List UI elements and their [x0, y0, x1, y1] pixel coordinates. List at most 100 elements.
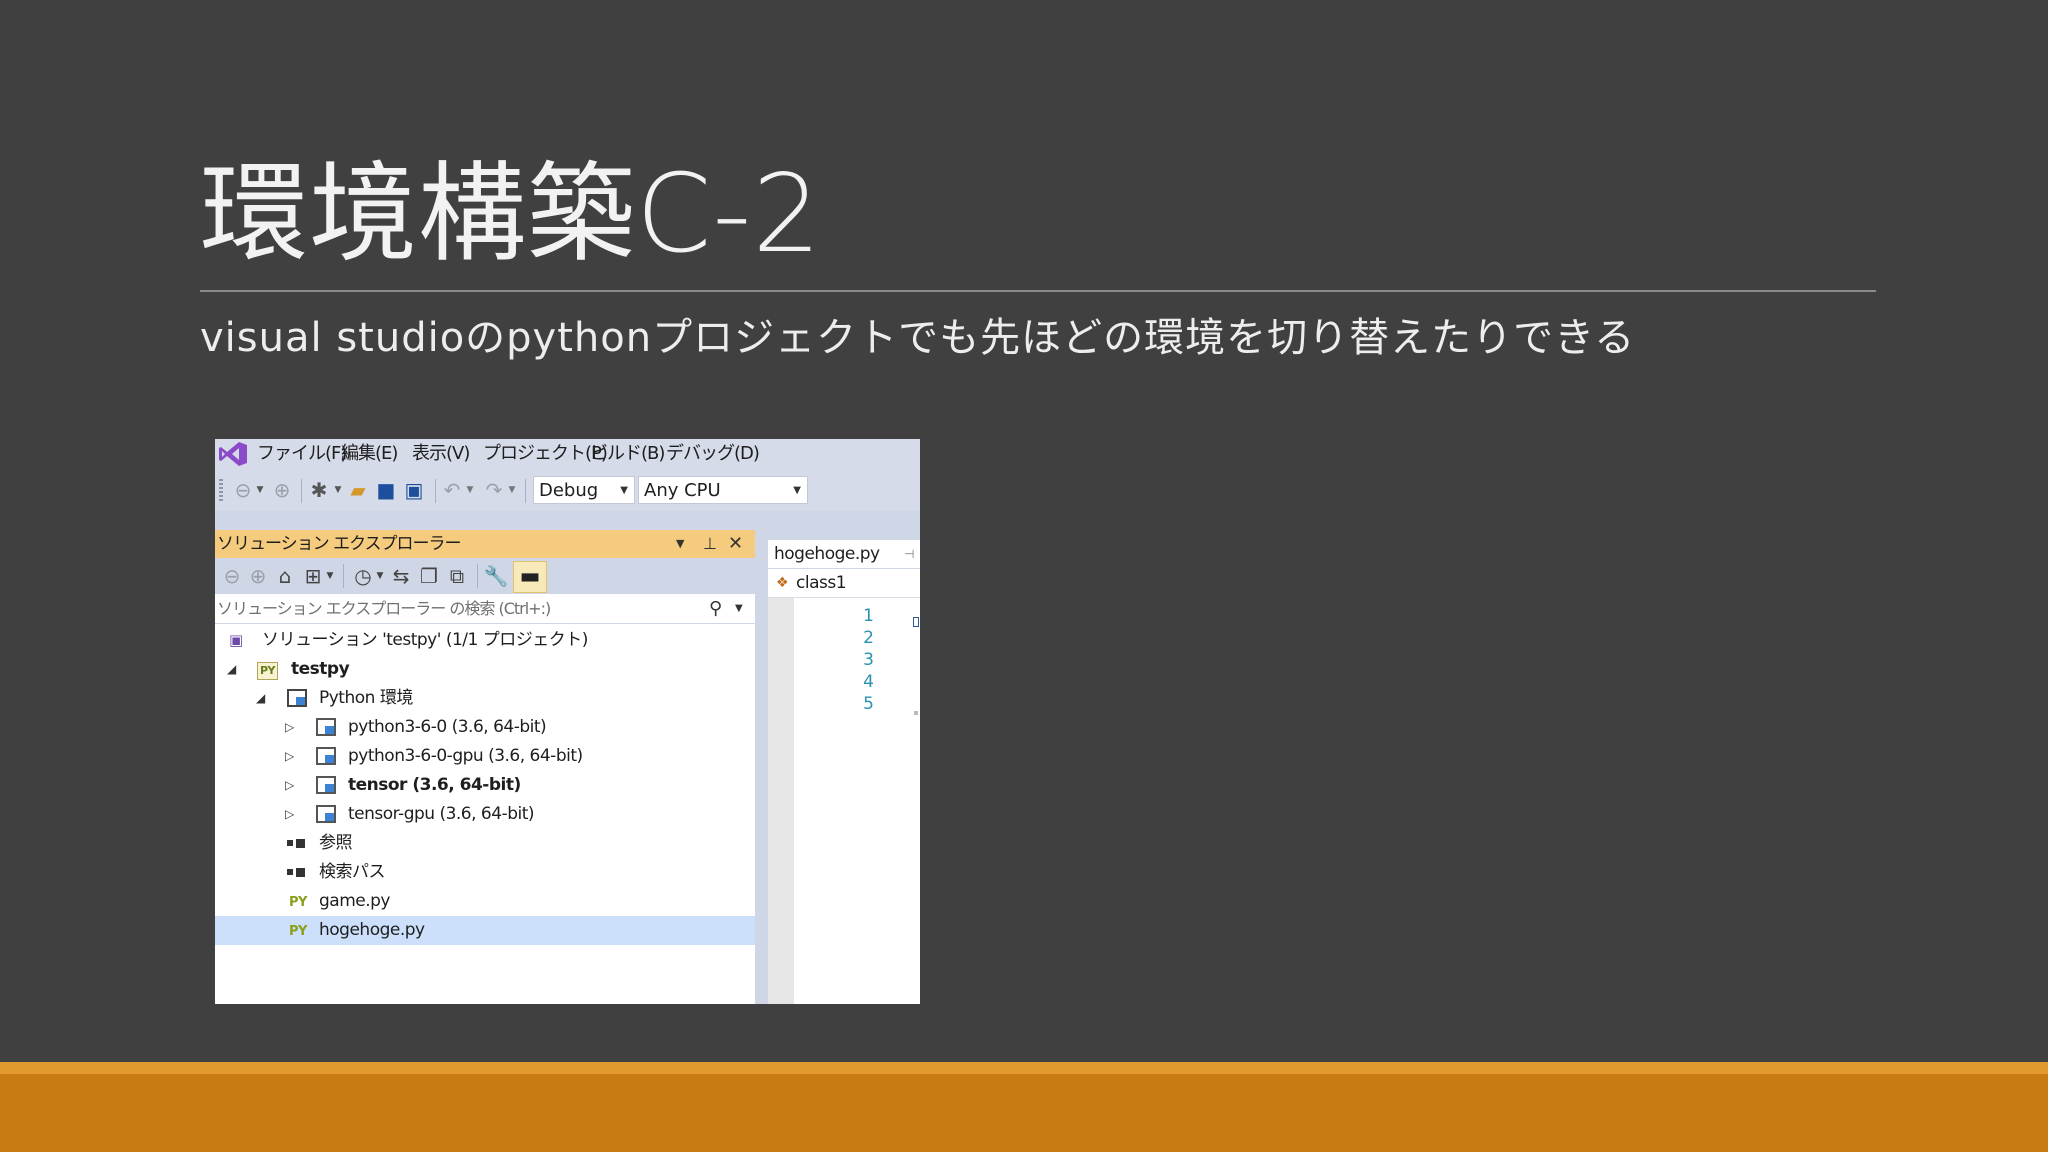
- solution-platform-select[interactable]: Any CPU ▼: [638, 476, 808, 504]
- references-icon: [287, 829, 308, 858]
- solution-explorer-toolbar: ⊖ ⊕ ⌂ ⊞ ▼ ◷ ▼ ⇆ ❐ ⧉ 🔧 ▬: [215, 558, 755, 594]
- environment-icon: [316, 771, 336, 800]
- redo-dropdown-icon[interactable]: ▼: [507, 469, 517, 511]
- undo-icon[interactable]: ↶: [441, 469, 463, 511]
- tree-item-solution[interactable]: ▣ ソリューション 'testpy' (1/1 プロジェクト): [215, 626, 755, 655]
- properties-icon[interactable]: 🔧: [483, 558, 509, 594]
- outline-end-marker: [914, 711, 918, 715]
- solution-search-input[interactable]: [217, 596, 697, 620]
- back-dropdown-icon[interactable]: ▼: [255, 469, 265, 511]
- show-all-files-icon[interactable]: ⧉: [445, 558, 469, 594]
- menu-build[interactable]: ビルド(B): [590, 439, 665, 469]
- pin-icon[interactable]: ⊣: [904, 540, 914, 568]
- sync-icon[interactable]: ⇆: [389, 558, 413, 594]
- menu-file[interactable]: ファイル(F): [257, 439, 347, 469]
- tree-item-references[interactable]: 参照: [215, 829, 755, 858]
- expanded-arrow-icon[interactable]: ◢: [227, 655, 236, 684]
- tree-item-project[interactable]: ◢ PY testpy: [215, 655, 755, 684]
- new-dropdown-icon[interactable]: ▼: [333, 469, 343, 511]
- tree-item-environment[interactable]: ▷ tensor-gpu (3.6, 64-bit): [215, 800, 755, 829]
- tree-item-environment[interactable]: ▷ python3-6-0-gpu (3.6, 64-bit): [215, 742, 755, 771]
- search-options-icon[interactable]: ▼: [735, 594, 743, 624]
- pin-icon[interactable]: ⊥: [703, 530, 717, 558]
- back-icon[interactable]: ⊖: [233, 469, 253, 511]
- menu-debug[interactable]: デバッグ(D): [666, 439, 760, 469]
- expanded-arrow-icon[interactable]: ◢: [256, 684, 265, 713]
- panel-menu-icon[interactable]: ▼: [676, 530, 685, 558]
- collapsed-arrow-icon[interactable]: ▷: [285, 800, 294, 829]
- collapse-all-icon[interactable]: ❐: [417, 558, 441, 594]
- python-file-icon: PY: [287, 916, 309, 945]
- tree-item-file-selected[interactable]: PY hogehoge.py: [215, 916, 755, 945]
- class-icon: ❖: [776, 575, 789, 591]
- toolbar-separator: [435, 479, 436, 503]
- collapsed-arrow-icon[interactable]: ▷: [285, 713, 294, 742]
- tree-item-python-environments[interactable]: ◢ Python 環境: [215, 684, 755, 713]
- visual-studio-logo-icon: [219, 442, 247, 466]
- line-number: 4: [863, 672, 874, 692]
- menu-bar: ファイル(F) 編集(E) 表示(V) プロジェクト(P) ビルド(B) デバッ…: [215, 439, 920, 469]
- back-icon[interactable]: ⊖: [221, 558, 243, 594]
- editor-gutter: [768, 598, 794, 1004]
- editor-tab-label: hogehoge.py: [774, 544, 880, 564]
- slide-subtitle: visual studioのpythonプロジェクトでも先ほどの環境を切り替えた…: [200, 315, 1636, 361]
- title-divider: [200, 290, 1876, 292]
- environment-icon: [316, 742, 336, 771]
- python-badge: PY: [289, 895, 307, 910]
- redo-icon[interactable]: ↷: [483, 469, 505, 511]
- forward-icon[interactable]: ⊕: [271, 469, 293, 511]
- tree-item-label: game.py: [319, 891, 390, 911]
- configuration-value: Debug: [539, 480, 599, 501]
- new-project-icon[interactable]: ✱: [307, 469, 331, 511]
- editor-tab[interactable]: hogehoge.py ⊣: [768, 540, 920, 569]
- switch-views-icon[interactable]: ⊞: [301, 558, 325, 594]
- menu-view[interactable]: 表示(V): [412, 439, 470, 469]
- python-file-icon: PY: [287, 887, 309, 916]
- navigation-bar[interactable]: ❖ class1: [768, 569, 920, 598]
- chevron-down-icon: ▼: [620, 485, 628, 496]
- tree-item-search-paths[interactable]: 検索パス: [215, 858, 755, 887]
- search-paths-icon: [287, 858, 308, 887]
- save-icon[interactable]: ■: [375, 469, 397, 511]
- toolbar-grip[interactable]: [219, 479, 223, 503]
- home-icon[interactable]: ⌂: [273, 558, 297, 594]
- line-number: 5: [863, 694, 874, 714]
- toolbar-separator: [343, 564, 344, 588]
- toolbar-separator: [525, 479, 526, 503]
- pending-changes-dropdown-icon[interactable]: ▼: [375, 558, 385, 594]
- switch-views-dropdown-icon[interactable]: ▼: [325, 558, 335, 594]
- pending-changes-icon[interactable]: ◷: [351, 558, 375, 594]
- solution-icon: ▣: [229, 631, 243, 649]
- navigation-class-label: class1: [796, 573, 847, 593]
- panel-title: ソリューション エクスプローラー: [217, 534, 462, 554]
- line-number: 3: [863, 650, 874, 670]
- open-icon[interactable]: ▰: [345, 469, 371, 511]
- collapsed-arrow-icon[interactable]: ▷: [285, 742, 294, 771]
- menu-project[interactable]: プロジェクト(P): [483, 439, 608, 469]
- tree-item-label: ソリューション 'testpy' (1/1 プロジェクト): [262, 630, 588, 650]
- outline-collapse-marker[interactable]: [913, 617, 919, 627]
- standard-toolbar: ⊖ ▼ ⊕ ✱ ▼ ▰ ■ ▣ ↶ ▼ ↷ ▼ Debug ▼ Any CPU …: [215, 469, 920, 511]
- save-all-icon[interactable]: ▣: [401, 469, 427, 511]
- preview-icon[interactable]: ▬: [513, 561, 547, 593]
- tree-item-label: testpy: [291, 659, 350, 679]
- solution-configuration-select[interactable]: Debug ▼: [533, 476, 635, 504]
- toolbar-separator: [477, 564, 478, 588]
- python-environments-icon: [287, 684, 307, 713]
- forward-icon[interactable]: ⊕: [247, 558, 269, 594]
- collapsed-arrow-icon[interactable]: ▷: [285, 771, 294, 800]
- footer-accent-stripe: [0, 1062, 2048, 1074]
- slide-title: 環境構築C-2: [200, 152, 823, 277]
- menu-edit[interactable]: 編集(E): [341, 439, 398, 469]
- close-icon[interactable]: ✕: [728, 530, 743, 558]
- tree-item-environment-active[interactable]: ▷ tensor (3.6, 64-bit): [215, 771, 755, 800]
- search-icon[interactable]: ⚲: [709, 594, 722, 624]
- tree-item-environment[interactable]: ▷ python3-6-0 (3.6, 64-bit): [215, 713, 755, 742]
- python-badge: PY: [257, 662, 279, 680]
- platform-value: Any CPU: [644, 480, 721, 501]
- tree-item-label: python3-6-0-gpu (3.6, 64-bit): [348, 746, 583, 766]
- python-badge: PY: [289, 924, 307, 939]
- undo-dropdown-icon[interactable]: ▼: [465, 469, 475, 511]
- solution-explorer-titlebar: ソリューション エクスプローラー ▼ ⊥ ✕: [215, 530, 755, 558]
- tree-item-file[interactable]: PY game.py: [215, 887, 755, 916]
